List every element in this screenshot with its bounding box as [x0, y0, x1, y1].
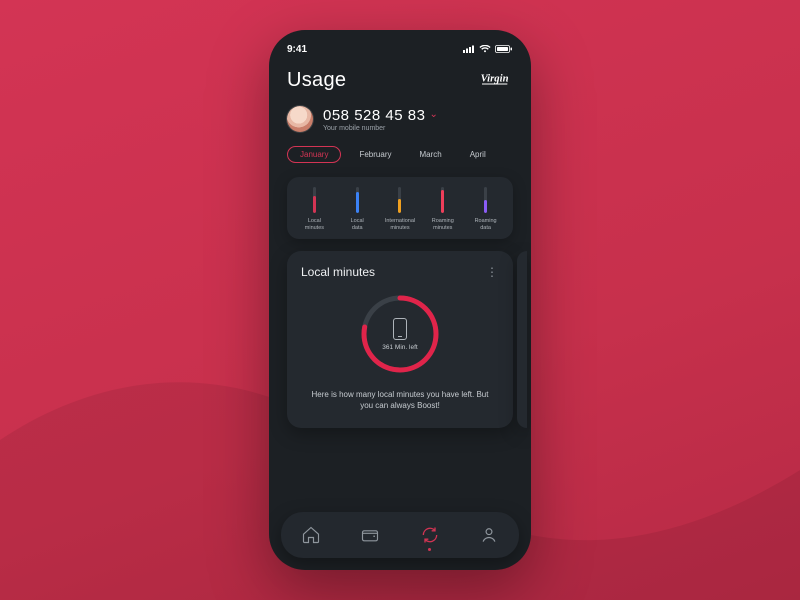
avatar[interactable] [287, 106, 313, 132]
month-tabs[interactable]: JanuaryFebruaryMarchAprilMayJu [287, 146, 513, 163]
cards-area: Local minutes ⋮ 361 Min. left [287, 251, 513, 427]
metric-local-data[interactable]: Localdata [338, 187, 377, 231]
card-description: Here is how many local minutes you have … [301, 389, 499, 411]
account-row[interactable]: 058 528 45 83 ⌄ Your mobile number [287, 106, 513, 132]
usage-card[interactable]: Local minutes ⋮ 361 Min. left [287, 251, 513, 427]
card-title: Local minutes [301, 265, 375, 279]
brand-logo: Virgin [479, 68, 513, 92]
metric-roaming-minutes[interactable]: Roamingminutes [423, 187, 462, 231]
metrics-card: Localminutes Localdata Internationalminute… [287, 177, 513, 239]
battery-icon [495, 45, 513, 53]
header: Usage Virgin [287, 68, 513, 92]
page-title: Usage [287, 69, 346, 92]
stage: 9:41 Usage Virgin 058 528 45 83 [0, 0, 800, 600]
month-tab-january[interactable]: January [287, 146, 341, 163]
month-tab-april[interactable]: April [460, 146, 496, 163]
tab-usage[interactable] [408, 513, 452, 557]
phone-frame: 9:41 Usage Virgin 058 528 45 83 [269, 30, 531, 570]
screen: Usage Virgin 058 528 45 83 ⌄ Your mobile… [269, 58, 531, 428]
profile-icon [479, 525, 499, 545]
tab-wallet[interactable] [348, 513, 392, 557]
month-tab-february[interactable]: February [349, 146, 401, 163]
metric-local-minutes[interactable]: Localminutes [295, 187, 334, 231]
wallet-icon [360, 525, 380, 545]
chevron-down-icon[interactable]: ⌄ [429, 110, 438, 120]
phone-number-text: 058 528 45 83 [323, 107, 425, 124]
status-bar: 9:41 [269, 30, 531, 58]
phone-number[interactable]: 058 528 45 83 ⌄ [323, 107, 438, 124]
home-icon [301, 525, 321, 545]
progress-ring: 361 Min. left [301, 291, 499, 377]
metric-label: Localminutes [305, 218, 324, 231]
phone-icon [393, 318, 407, 340]
ring-caption: 361 Min. left [382, 344, 417, 351]
account-number-block: 058 528 45 83 ⌄ Your mobile number [323, 107, 438, 132]
next-card-peek[interactable] [517, 251, 527, 427]
month-tab-may[interactable]: May [504, 146, 513, 163]
status-indicators [463, 45, 513, 53]
wifi-icon [479, 45, 491, 53]
month-tab-march[interactable]: March [409, 146, 451, 163]
tab-home[interactable] [289, 513, 333, 557]
metric-label: Roamingminutes [432, 218, 454, 231]
phone-number-sub: Your mobile number [323, 125, 438, 132]
signal-icon [463, 45, 475, 53]
tab-profile[interactable] [467, 513, 511, 557]
metric-label: Internationalminutes [385, 218, 415, 231]
metric-label: Localdata [351, 218, 364, 231]
metric-label: Roamingdata [475, 218, 497, 231]
metric-roaming-data[interactable]: Roamingdata [466, 187, 505, 231]
metric-international-minutes[interactable]: Internationalminutes [381, 187, 420, 231]
refresh-icon [420, 525, 440, 545]
status-time: 9:41 [287, 44, 307, 55]
tab-bar [281, 512, 519, 558]
svg-text:Virgin: Virgin [481, 73, 509, 84]
more-icon[interactable]: ⋮ [486, 270, 499, 275]
